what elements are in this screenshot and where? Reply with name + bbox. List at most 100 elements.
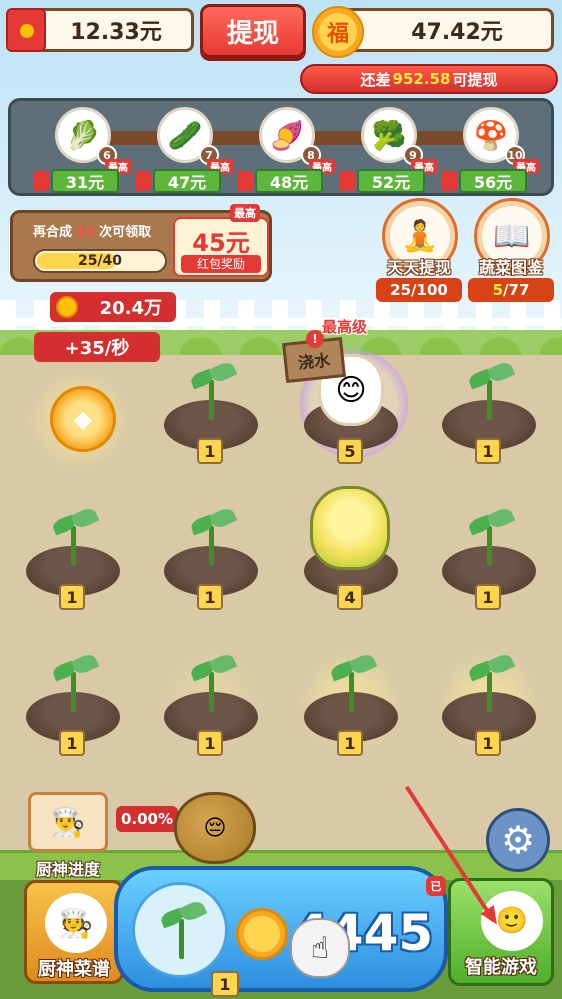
veg-item[interactable]: 🥬 6 最高 31元: [33, 107, 133, 195]
sprout-icon: [329, 651, 378, 716]
coins-total-value: 20.4万: [99, 298, 162, 319]
veg-price: 47元: [153, 169, 221, 193]
reward-amount: 45元: [192, 229, 250, 257]
cell-level: 1: [197, 438, 223, 464]
gold-coin-icon: 福: [312, 6, 364, 58]
daily-withdraw-count: 25/100: [376, 278, 462, 302]
cell-level: 5: [337, 438, 363, 464]
potato-character-icon: 😔: [174, 792, 256, 864]
veg-item[interactable]: 🥒 7 最高 47元: [135, 107, 235, 195]
merge-requirement-text: 再合成 15 次可领取: [33, 221, 151, 240]
smart-game-button[interactable]: 🙂 智能游戏: [448, 878, 554, 986]
remaining-to-withdraw: 还差 952.58 可提现: [300, 64, 558, 94]
redpack-icon: [6, 8, 46, 52]
gold-balance-pill[interactable]: 47.42元: [340, 8, 554, 52]
farm-cell[interactable]: 1: [18, 505, 128, 626]
chef-progress-label: 厨神进度: [35, 860, 100, 879]
gold-balance: 47.42元: [411, 20, 503, 45]
redpack-icon: [441, 171, 457, 191]
farm-cell[interactable]: 1: [156, 359, 266, 480]
sprout-icon: [467, 651, 516, 716]
settings-gear-button[interactable]: ⚙: [486, 808, 550, 872]
sprout-icon: [51, 651, 100, 716]
sprout-icon: [189, 359, 238, 424]
merge-text-prefix: 再合成: [33, 225, 73, 240]
daily-withdraw-button[interactable]: 🧘 天天提现 25/100: [376, 198, 462, 302]
cell-level: 1: [197, 730, 223, 756]
veg-album-button[interactable]: 📖 蔬菜图鉴 5/77: [468, 198, 554, 302]
gear-icon: ⚙: [500, 818, 536, 862]
veg-album-count-found: 5: [492, 281, 504, 299]
veg-price: 48元: [255, 169, 323, 193]
chef-icon: 🧑‍🍳: [45, 893, 107, 953]
remaining-suffix: 可提现: [452, 70, 498, 89]
coin-bubble-icon[interactable]: ◆: [50, 386, 116, 452]
farm-cell[interactable]: 1: [18, 651, 128, 772]
coin-icon: [236, 908, 288, 960]
chef-menu-button[interactable]: 🧑‍🍳 厨神菜谱: [24, 880, 124, 984]
cell-level: 1: [59, 584, 85, 610]
veg-reward-panel: 🥬 6 最高 31元 🥒 7 最高 47元 🍠 8 最高 48元 🥦 9 最高 …: [8, 98, 554, 196]
redpack-balance: 12.33元: [70, 20, 162, 45]
cell-level: 1: [475, 438, 501, 464]
coins-total: 20.4万: [50, 292, 176, 322]
redpack-icon: [339, 171, 355, 191]
farm-cell[interactable]: 1: [156, 642, 266, 772]
smart-game-label: 智能游戏: [465, 957, 537, 978]
veg-album-label: 蔬菜图鉴: [478, 258, 543, 277]
farm-cell[interactable]: 1: [434, 505, 544, 626]
redpack-icon: [33, 171, 49, 191]
sprout-icon: [189, 651, 238, 716]
farm-cell[interactable]: ◆: [24, 360, 134, 490]
remaining-amount: 952.58: [392, 70, 451, 88]
reward-top-badge: 最高: [230, 204, 260, 222]
cell-level: 1: [475, 584, 501, 610]
reward-label: 红包奖励: [181, 255, 261, 273]
seed-slot: 1: [132, 882, 239, 997]
coin-icon: [56, 296, 78, 318]
sprout-icon: [159, 898, 208, 963]
cell-level: 4: [337, 584, 363, 610]
farm-cell[interactable]: 4: [296, 486, 406, 626]
veg-price: 31元: [51, 169, 119, 193]
daily-withdraw-label: 天天提现: [386, 258, 451, 277]
redpack-icon: [237, 171, 253, 191]
veg-album-count: 5/77: [468, 278, 554, 302]
veg-price: 56元: [459, 169, 527, 193]
veg-album-count-total: /77: [503, 281, 530, 299]
redpack-icon: [135, 171, 151, 191]
pointing-hand-icon: ☝: [290, 918, 350, 978]
sprout-icon: [51, 505, 100, 570]
cell-level: 1: [59, 730, 85, 756]
veg-price: 52元: [357, 169, 425, 193]
withdraw-button[interactable]: 提现: [200, 4, 306, 58]
chef-menu-label: 厨神菜谱: [38, 959, 110, 980]
farm-cell[interactable]: 1: [434, 359, 544, 480]
buy-seed-button[interactable]: 1 4445: [114, 866, 448, 997]
merge-progress-bar: 25/40: [33, 249, 167, 273]
chef-icon: 👨‍🍳: [50, 805, 86, 839]
cell-level: 1: [475, 730, 501, 756]
chef-progress-button[interactable]: 👨‍🍳: [28, 792, 108, 852]
veg-item[interactable]: 🍄 10 最高 56元: [441, 107, 541, 195]
chef-progress-percent: 0.00%: [116, 806, 178, 832]
income-rate: +35/秒: [34, 332, 160, 362]
farm-cell[interactable]: 1: [156, 505, 266, 626]
farm-cell[interactable]: 1: [434, 642, 544, 772]
veg-item[interactable]: 🍠 8 最高 48元: [237, 107, 337, 195]
merge-text-suffix: 次可领取: [99, 225, 152, 240]
sprout-icon: [189, 505, 238, 570]
veg-item[interactable]: 🥦 9 最高 52元: [339, 107, 439, 195]
cell-level: 1: [337, 730, 363, 756]
seed-level: 1: [211, 971, 239, 997]
merge-text-count: 15: [76, 225, 95, 240]
cell-level: 1: [197, 584, 223, 610]
cabbage-character-icon: [310, 486, 390, 570]
max-level-label: 最高级: [322, 318, 368, 336]
sprout-icon: [467, 505, 516, 570]
farm-cell[interactable]: 1: [296, 642, 406, 772]
merge-progress-text: 25/40: [77, 253, 123, 269]
game-badge: 已: [426, 876, 446, 896]
sprout-icon: [467, 359, 516, 424]
reward-box[interactable]: 45元 红包奖励: [173, 217, 269, 277]
